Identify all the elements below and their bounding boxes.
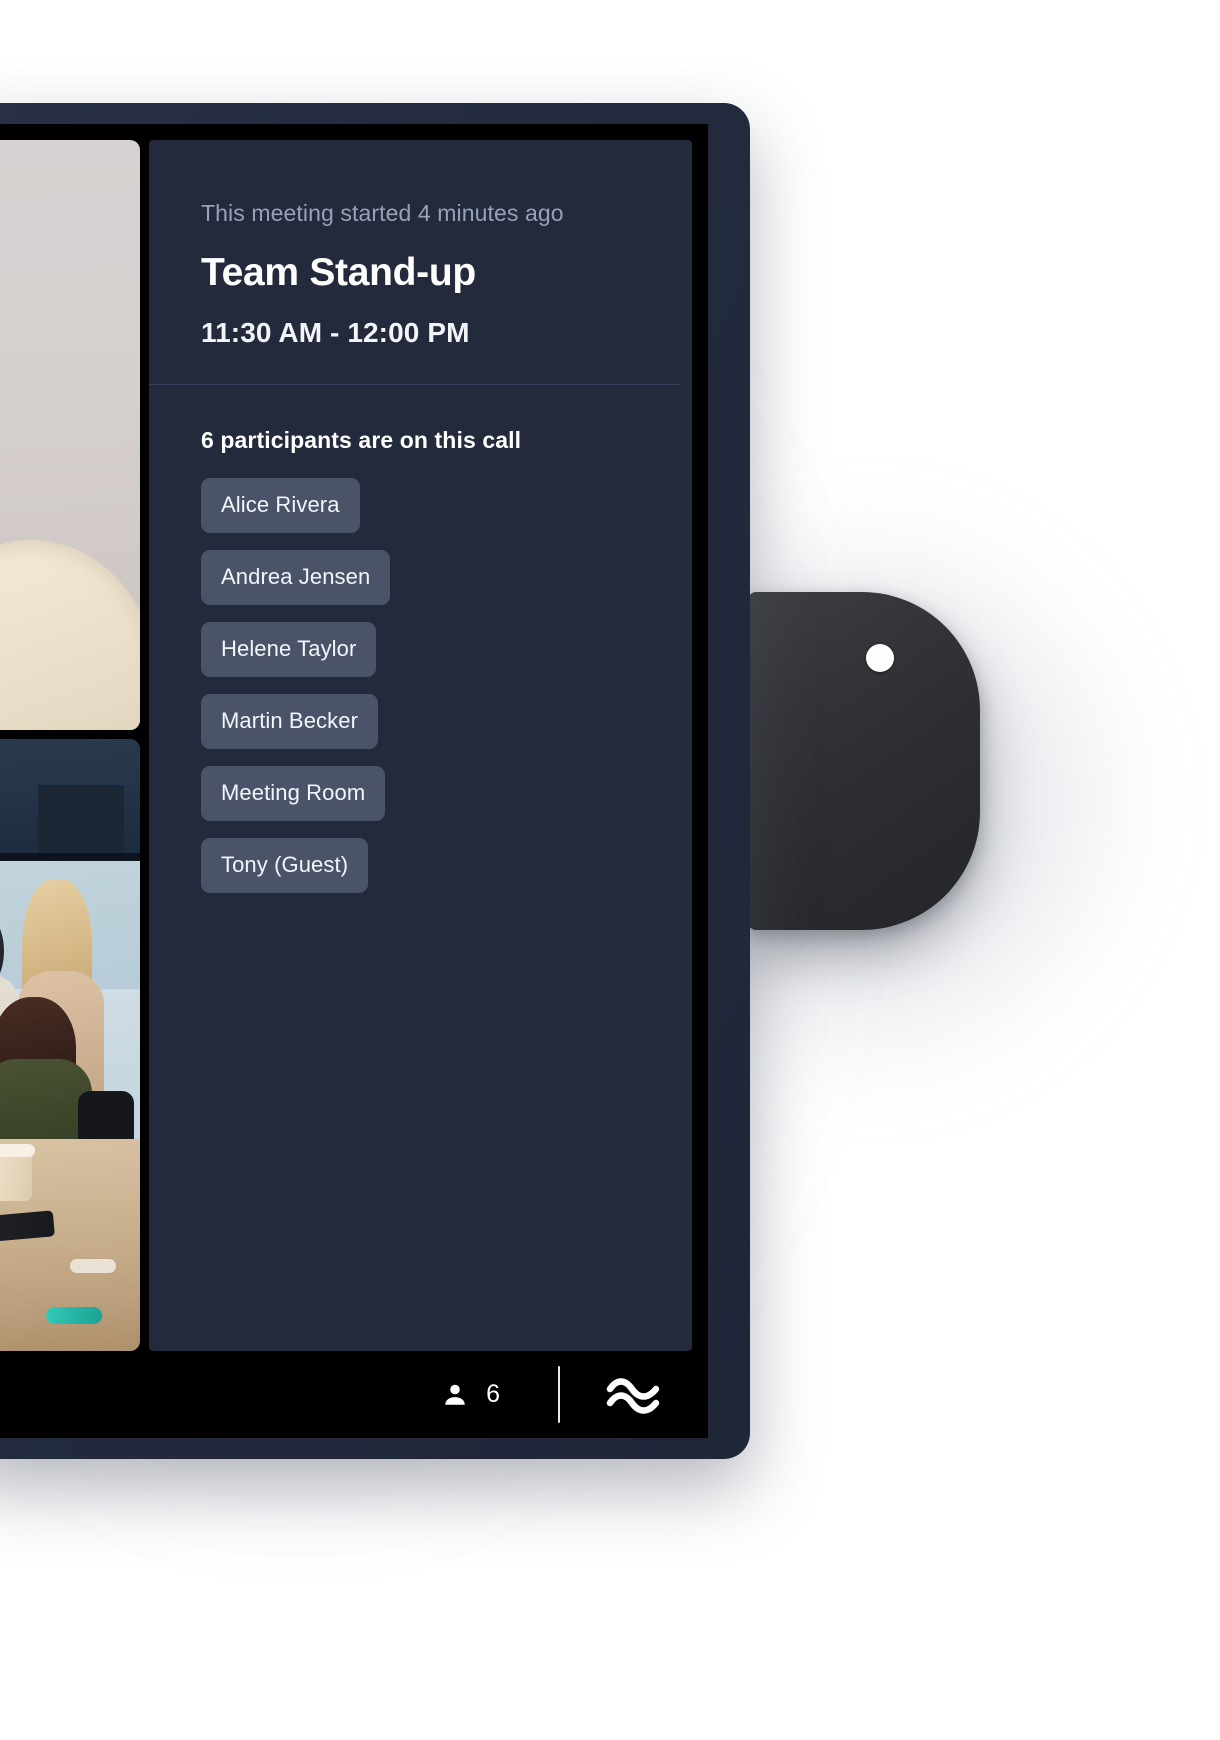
- video-tile-column: [0, 140, 140, 1351]
- meeting-room-display-screen: This meeting started 4 minutes ago Team …: [0, 140, 692, 1351]
- participant-count-indicator[interactable]: 6: [441, 1380, 500, 1409]
- coffee-cup-icon: [0, 1144, 35, 1201]
- status-bar: 6: [0, 1351, 708, 1438]
- camera-pod: [748, 592, 980, 930]
- video-feed-meeting-room: [0, 739, 140, 1351]
- participant-count-value: 6: [486, 1380, 500, 1408]
- meeting-time-range: 11:30 AM - 12:00 PM: [201, 317, 470, 348]
- participant-chip[interactable]: Martin Becker: [201, 694, 379, 749]
- participant-chip[interactable]: Andrea Jensen: [201, 550, 391, 605]
- paper-on-table: [70, 1259, 116, 1273]
- participant-chip[interactable]: Tony (Guest): [201, 838, 369, 893]
- meeting-header: This meeting started 4 minutes ago Team …: [149, 140, 692, 349]
- video-feed-participant: [0, 140, 140, 730]
- wave-icon[interactable]: [606, 1374, 660, 1416]
- participant-chip[interactable]: Helene Taylor: [201, 622, 377, 677]
- camera-lens-dot-icon: [866, 644, 894, 672]
- video-tile-participant[interactable]: [0, 140, 140, 730]
- meeting-title: Team Stand-up: [201, 251, 476, 294]
- video-tile-meeting-room[interactable]: [0, 739, 140, 1351]
- marker-pen: [46, 1307, 102, 1324]
- participants-list: Alice Rivera Andrea Jensen Helene Taylor…: [201, 478, 692, 893]
- room-window-pane: [38, 785, 124, 857]
- participants-heading: 6 participants are on this call: [201, 427, 522, 453]
- participant-chip[interactable]: Meeting Room: [201, 766, 386, 821]
- status-divider: [558, 1366, 560, 1423]
- screenshot-root: This meeting started 4 minutes ago Team …: [0, 0, 1220, 1740]
- room-window-sill: [0, 853, 140, 861]
- meeting-info-panel: This meeting started 4 minutes ago Team …: [149, 140, 692, 1351]
- person-icon: [445, 1384, 465, 1405]
- participant-chip[interactable]: Alice Rivera: [201, 478, 360, 533]
- participants-section: 6 participants are on this call Alice Ri…: [149, 385, 692, 893]
- meeting-started-text: This meeting started 4 minutes ago: [201, 200, 564, 226]
